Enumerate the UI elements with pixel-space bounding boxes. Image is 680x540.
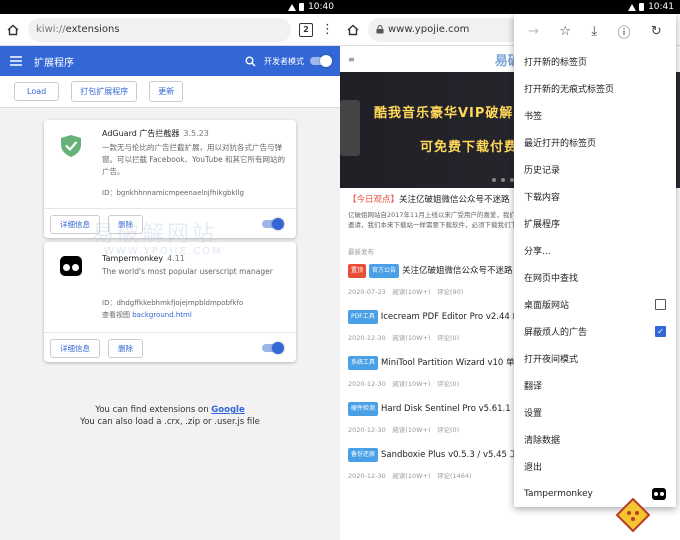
extension-description: 一款无与伦比的广告拦截扩展，用以对抗各式广告与弹窗。可以拦截 Facebook、… — [102, 143, 286, 176]
menu-item-desktop-site[interactable]: 桌面版网站 — [514, 291, 676, 318]
status-bar: 10:41 — [340, 0, 680, 14]
browser-overflow-menu: → ☆ ⤓ ⓘ ↻ 打开新的标签页 打开新的无痕式标签页 书签 最近打开的标签页… — [514, 14, 676, 507]
extension-id: ID：bgnkhhnnamicmpeenaelnjfhikgbkllg — [102, 189, 244, 197]
pack-extension-button[interactable]: 打包扩展程序 — [71, 81, 138, 102]
menu-item-block-ads[interactable]: 屏蔽烦人的广告 ✓ — [514, 318, 676, 345]
remove-button[interactable]: 删除 — [108, 339, 143, 358]
menu-item-translate[interactable]: 翻译 — [514, 372, 676, 399]
menu-item-settings[interactable]: 设置 — [514, 399, 676, 426]
desktop-site-checkbox[interactable] — [655, 299, 666, 310]
home-icon[interactable] — [6, 23, 20, 37]
left-screen: 10:40 kiwi://extensions 2 ⋮ 扩展程序 开发者模式 L… — [0, 0, 340, 540]
address-bar: kiwi://extensions 2 ⋮ — [0, 14, 340, 46]
card-divider — [44, 208, 296, 209]
tampermonkey-icon — [652, 487, 666, 500]
carousel-dots[interactable] — [492, 178, 514, 182]
url-text: www.ypojie.com — [388, 24, 470, 35]
extension-enable-toggle[interactable] — [262, 342, 284, 354]
view-label: 查看视图 — [102, 311, 130, 319]
extensions-footer: You can find extensions on Google You ca… — [80, 405, 260, 427]
banner-line-2: 可免费下载付费 — [420, 140, 519, 155]
hamburger-menu-icon[interactable]: ≡ — [348, 55, 355, 64]
block-ads-checkbox[interactable]: ✓ — [655, 326, 666, 337]
refresh-icon[interactable]: ↻ — [651, 24, 662, 39]
menu-item-new-incognito-tab[interactable]: 打开新的无痕式标签页 — [514, 75, 676, 102]
extension-version: 3.5.23 — [183, 129, 209, 138]
battery-icon — [639, 3, 645, 11]
phone-graphic — [340, 100, 360, 156]
extension-name: AdGuard 广告拦截器 3.5.23 — [102, 129, 209, 138]
watermark-url: WWW.YPOJIE.COM — [104, 246, 223, 257]
google-link[interactable]: Google — [211, 405, 244, 415]
menu-item-recent-tabs[interactable]: 最近打开的标签页 — [514, 129, 676, 156]
lock-icon — [376, 25, 384, 34]
menu-item-tampermonkey[interactable]: Tampermonkey — [514, 480, 676, 507]
download-icon[interactable]: ⤓ — [591, 24, 597, 39]
right-screen: 10:41 www.ypojie.com ≡ 易破 酷我音乐豪华VIP破解 可免… — [340, 0, 680, 540]
extension-enable-toggle[interactable] — [262, 218, 284, 230]
forward-icon[interactable]: → — [528, 24, 539, 39]
extension-action-row: Load 打包扩展程序 更新 — [0, 76, 340, 108]
url-path: extensions — [65, 24, 120, 35]
menu-item-bookmarks[interactable]: 书签 — [514, 102, 676, 129]
menu-item-clear-data[interactable]: 清除数据 — [514, 426, 676, 453]
bookmark-star-icon[interactable]: ☆ — [559, 24, 571, 39]
url-input[interactable]: kiwi://extensions — [28, 17, 291, 42]
url-scheme: kiwi:// — [36, 24, 66, 35]
menu-item-exit[interactable]: 退出 — [514, 453, 676, 480]
extension-description: The world's most popular userscript mana… — [102, 267, 273, 276]
dev-mode-toggle[interactable] — [310, 55, 332, 67]
battery-icon — [299, 3, 305, 11]
update-button[interactable]: 更新 — [149, 81, 184, 102]
banner-line-1: 酷我音乐豪华VIP破解 — [374, 106, 514, 121]
details-button[interactable]: 详细信息 — [50, 339, 100, 358]
adguard-shield-icon — [61, 135, 81, 157]
menu-item-find-in-page[interactable]: 在网页中查找 — [514, 264, 676, 291]
extensions-header: 扩展程序 开发者模式 — [0, 46, 340, 76]
dev-mode-label: 开发者模式 — [264, 56, 304, 66]
menu-item-share[interactable]: 分享... — [514, 237, 676, 264]
menu-icon-row: → ☆ ⤓ ⓘ ↻ — [514, 14, 676, 48]
extension-card-tampermonkey: Tampermonkey 4.11 The world's most popula… — [44, 242, 296, 362]
tampermonkey-icon — [60, 256, 82, 276]
home-icon[interactable] — [346, 23, 360, 37]
tab-switcher-button[interactable]: 2 — [299, 22, 313, 37]
hamburger-menu-icon[interactable] — [10, 56, 22, 66]
extension-id: ID：dhdgffkkebhmkfjojejmpbldmpobfkfo — [102, 299, 244, 307]
floating-diamond-icon[interactable] — [616, 498, 650, 532]
card-divider — [44, 332, 296, 333]
menu-item-new-tab[interactable]: 打开新的标签页 — [514, 48, 676, 75]
signal-icon — [628, 3, 637, 11]
page-title: 扩展程序 — [34, 57, 74, 69]
menu-item-extensions[interactable]: 扩展程序 — [514, 210, 676, 237]
overflow-menu-icon[interactable]: ⋮ — [321, 23, 334, 36]
info-icon[interactable]: ⓘ — [618, 22, 631, 41]
menu-item-history[interactable]: 历史记录 — [514, 156, 676, 183]
status-bar: 10:40 — [0, 0, 340, 14]
menu-item-night-mode[interactable]: 打开夜间模式 — [514, 345, 676, 372]
status-time: 10:40 — [308, 2, 334, 12]
signal-icon — [288, 3, 297, 11]
menu-item-downloads[interactable]: 下载内容 — [514, 183, 676, 210]
load-button[interactable]: Load — [14, 82, 60, 101]
background-page-link[interactable]: background.html — [132, 311, 192, 319]
search-icon[interactable] — [245, 56, 256, 67]
watermark-text: 易破解网站 — [92, 222, 218, 247]
status-time: 10:41 — [648, 2, 674, 12]
